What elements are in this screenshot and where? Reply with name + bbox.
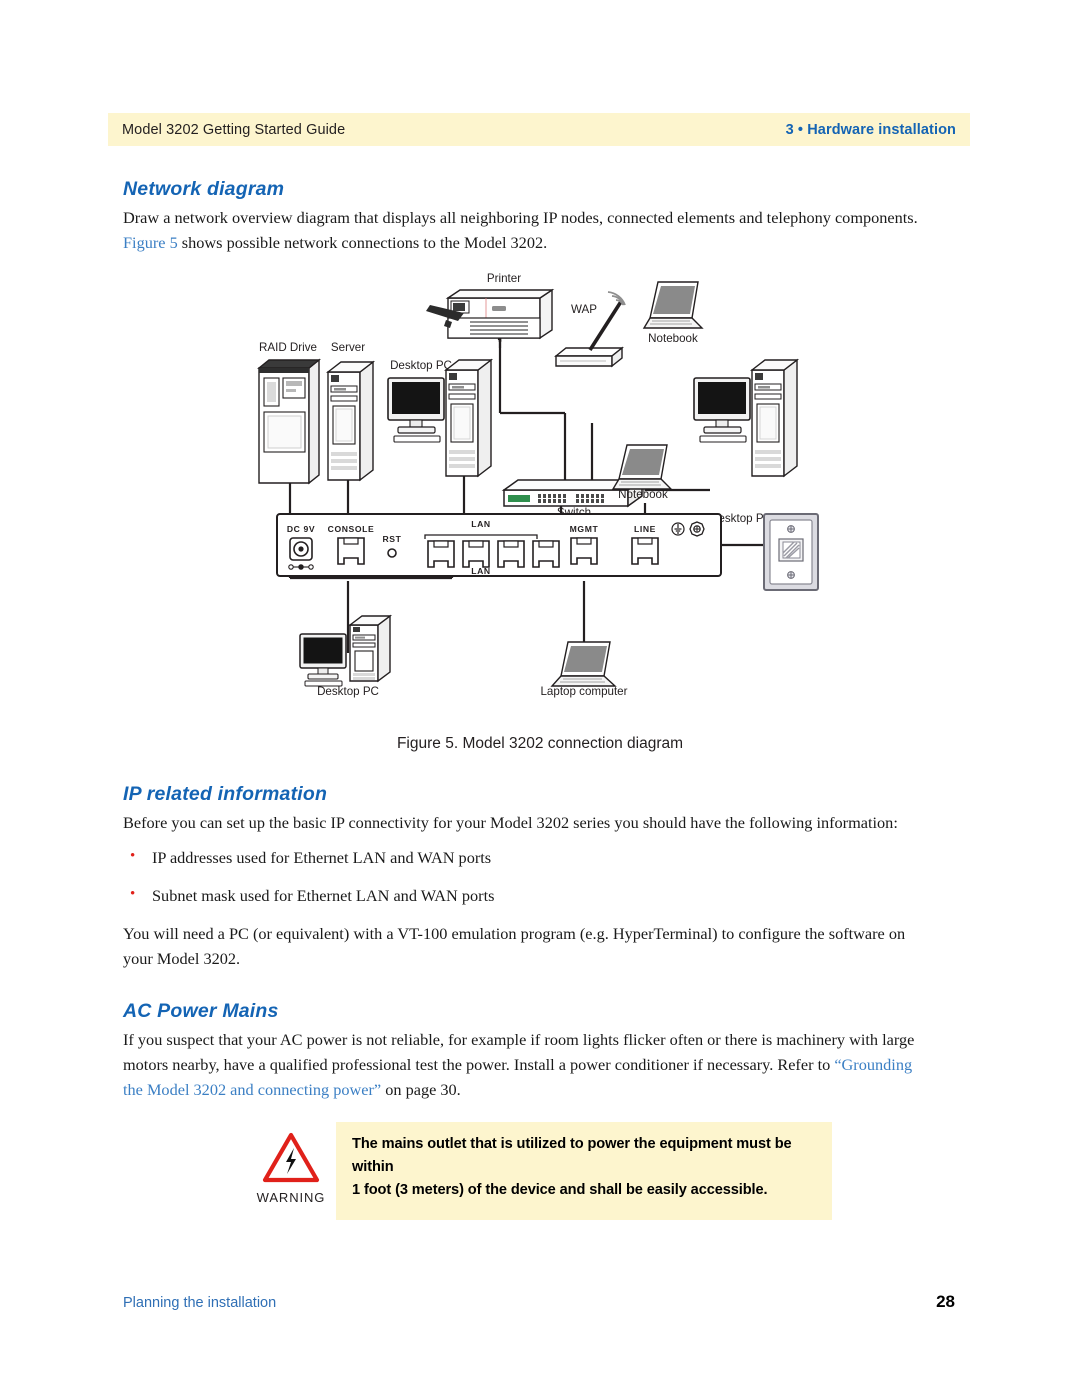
desktop-pc-bottom-tower (347, 614, 393, 683)
header-chapter-title: 3 • Hardware installation (785, 121, 956, 138)
notebook-mid-label: Notebook (618, 488, 668, 501)
desktop-pc-left-monitor (387, 377, 445, 443)
warning-message-box: The mains outlet that is utilized to pow… (336, 1122, 832, 1220)
wall-plate-screw-top (787, 525, 795, 533)
port-label-console: CONSOLE (328, 524, 375, 534)
warning-label: WARNING (256, 1190, 326, 1205)
desktop-pc-right-tower (749, 358, 800, 478)
server-node: Server (331, 341, 365, 354)
port-label-mgmt: MGMT (570, 524, 599, 534)
paragraph-ip-related: Before you can set up the basic IP conne… (123, 813, 898, 832)
wall-jack-socket-icon (778, 538, 804, 562)
desktop-pc-left-label: Desktop PC (390, 359, 452, 372)
laptop-computer-label: Laptop computer (540, 685, 627, 698)
warning-line-1: The mains outlet that is utilized to pow… (352, 1136, 792, 1175)
section-ac-power-mains: AC Power Mains If you suspect that your … (123, 1000, 923, 1102)
list-item: IP addresses used for Ethernet LAN and W… (123, 844, 923, 870)
wap-label: WAP (571, 303, 597, 316)
figure-5-reference[interactable]: Figure 5 (123, 233, 178, 252)
laptop-computer-node: Laptop computer (540, 685, 627, 698)
port-label-lan-top: LAN (471, 519, 490, 529)
model-3202-rear-panel: DC 9V CONSOLE RST LAN LAN MGMT LINE (276, 513, 722, 577)
desktop-pc-bottom-node: Desktop PC (317, 685, 379, 698)
server-icon (325, 360, 376, 482)
paragraph-network-diagram: Draw a network overview diagram that dis… (123, 205, 923, 255)
port-label-line: LINE (634, 524, 656, 534)
warning-triangle-icon (262, 1132, 320, 1183)
raid-drive-icon (257, 358, 321, 485)
notebook-top-label: Notebook (648, 332, 698, 345)
raid-drive-label: RAID Drive (259, 341, 317, 354)
footer-page-number: 28 (936, 1292, 955, 1311)
heading-ac-power-mains: AC Power Mains (123, 1000, 279, 1022)
laptop-computer-icon (550, 641, 617, 687)
desktop-pc-left-tower (443, 358, 494, 478)
section-network-diagram: Network diagram Draw a network overview … (123, 178, 923, 255)
printer-icon (426, 288, 555, 340)
figure-caption: Figure 5. Model 3202 connection diagram (396, 735, 684, 752)
section-ip-related-information: IP related information Before you can se… (123, 783, 923, 971)
port-label-dc9v: DC 9V (287, 524, 315, 534)
warning-admonition: WARNING The mains outlet that is utilize… (248, 1122, 832, 1222)
ac-power-text-b: on page 30. (385, 1080, 461, 1099)
raid-drive-node: RAID Drive (259, 341, 317, 354)
heading-ip-related-information: IP related information (123, 783, 328, 805)
port-label-rst: RST (383, 534, 402, 544)
ip-requirements-list: IP addresses used for Ethernet LAN and W… (123, 844, 923, 908)
ac-power-text-a: If you suspect that your AC power is not… (123, 1030, 915, 1074)
notebook-top-icon (642, 281, 704, 329)
desktop-pc-bottom-monitor (299, 633, 347, 687)
warning-marker: WARNING (252, 1132, 330, 1205)
paragraph-ac-power: If you suspect that your AC power is not… (123, 1027, 923, 1102)
header-document-title: Model 3202 Getting Started Guide (122, 121, 346, 138)
page-header-band: Model 3202 Getting Started Guide 3 • Har… (108, 113, 970, 146)
footer-section-name: Planning the installation (123, 1295, 277, 1311)
wall-plate-screw-bottom (787, 571, 795, 579)
wall-jack-plate (763, 513, 819, 591)
desktop-pc-right-monitor (693, 377, 751, 443)
wap-node: WAP (571, 303, 597, 316)
warning-line-2: 1 foot (3 meters) of the device and shal… (352, 1182, 768, 1198)
reset-button-hole (387, 548, 397, 558)
printer-node: Printer (487, 272, 521, 285)
list-item: Subnet mask used for Ethernet LAN and WA… (123, 882, 923, 908)
desktop-pc-left-node: Desktop PC (390, 359, 452, 372)
notebook-mid-node: Notebook (618, 488, 668, 501)
notebook-mid-icon (611, 444, 673, 490)
network-connection-diagram: Printer WAP Notebook RAID Drive Server D… (0, 258, 1080, 718)
page-footer: Planning the installation 28 (123, 1292, 955, 1312)
paragraph-ip-closing: You will need a PC (or equivalent) with … (123, 924, 906, 968)
desktop-pc-bottom-label: Desktop PC (317, 685, 379, 698)
network-diagram-text-b: shows possible network connections to th… (181, 233, 548, 252)
network-diagram-text-a: Draw a network overview diagram that dis… (123, 208, 918, 227)
printer-label: Printer (487, 272, 521, 285)
server-label: Server (331, 341, 365, 354)
heading-network-diagram: Network diagram (123, 178, 285, 200)
notebook-top-node: Notebook (648, 332, 698, 345)
